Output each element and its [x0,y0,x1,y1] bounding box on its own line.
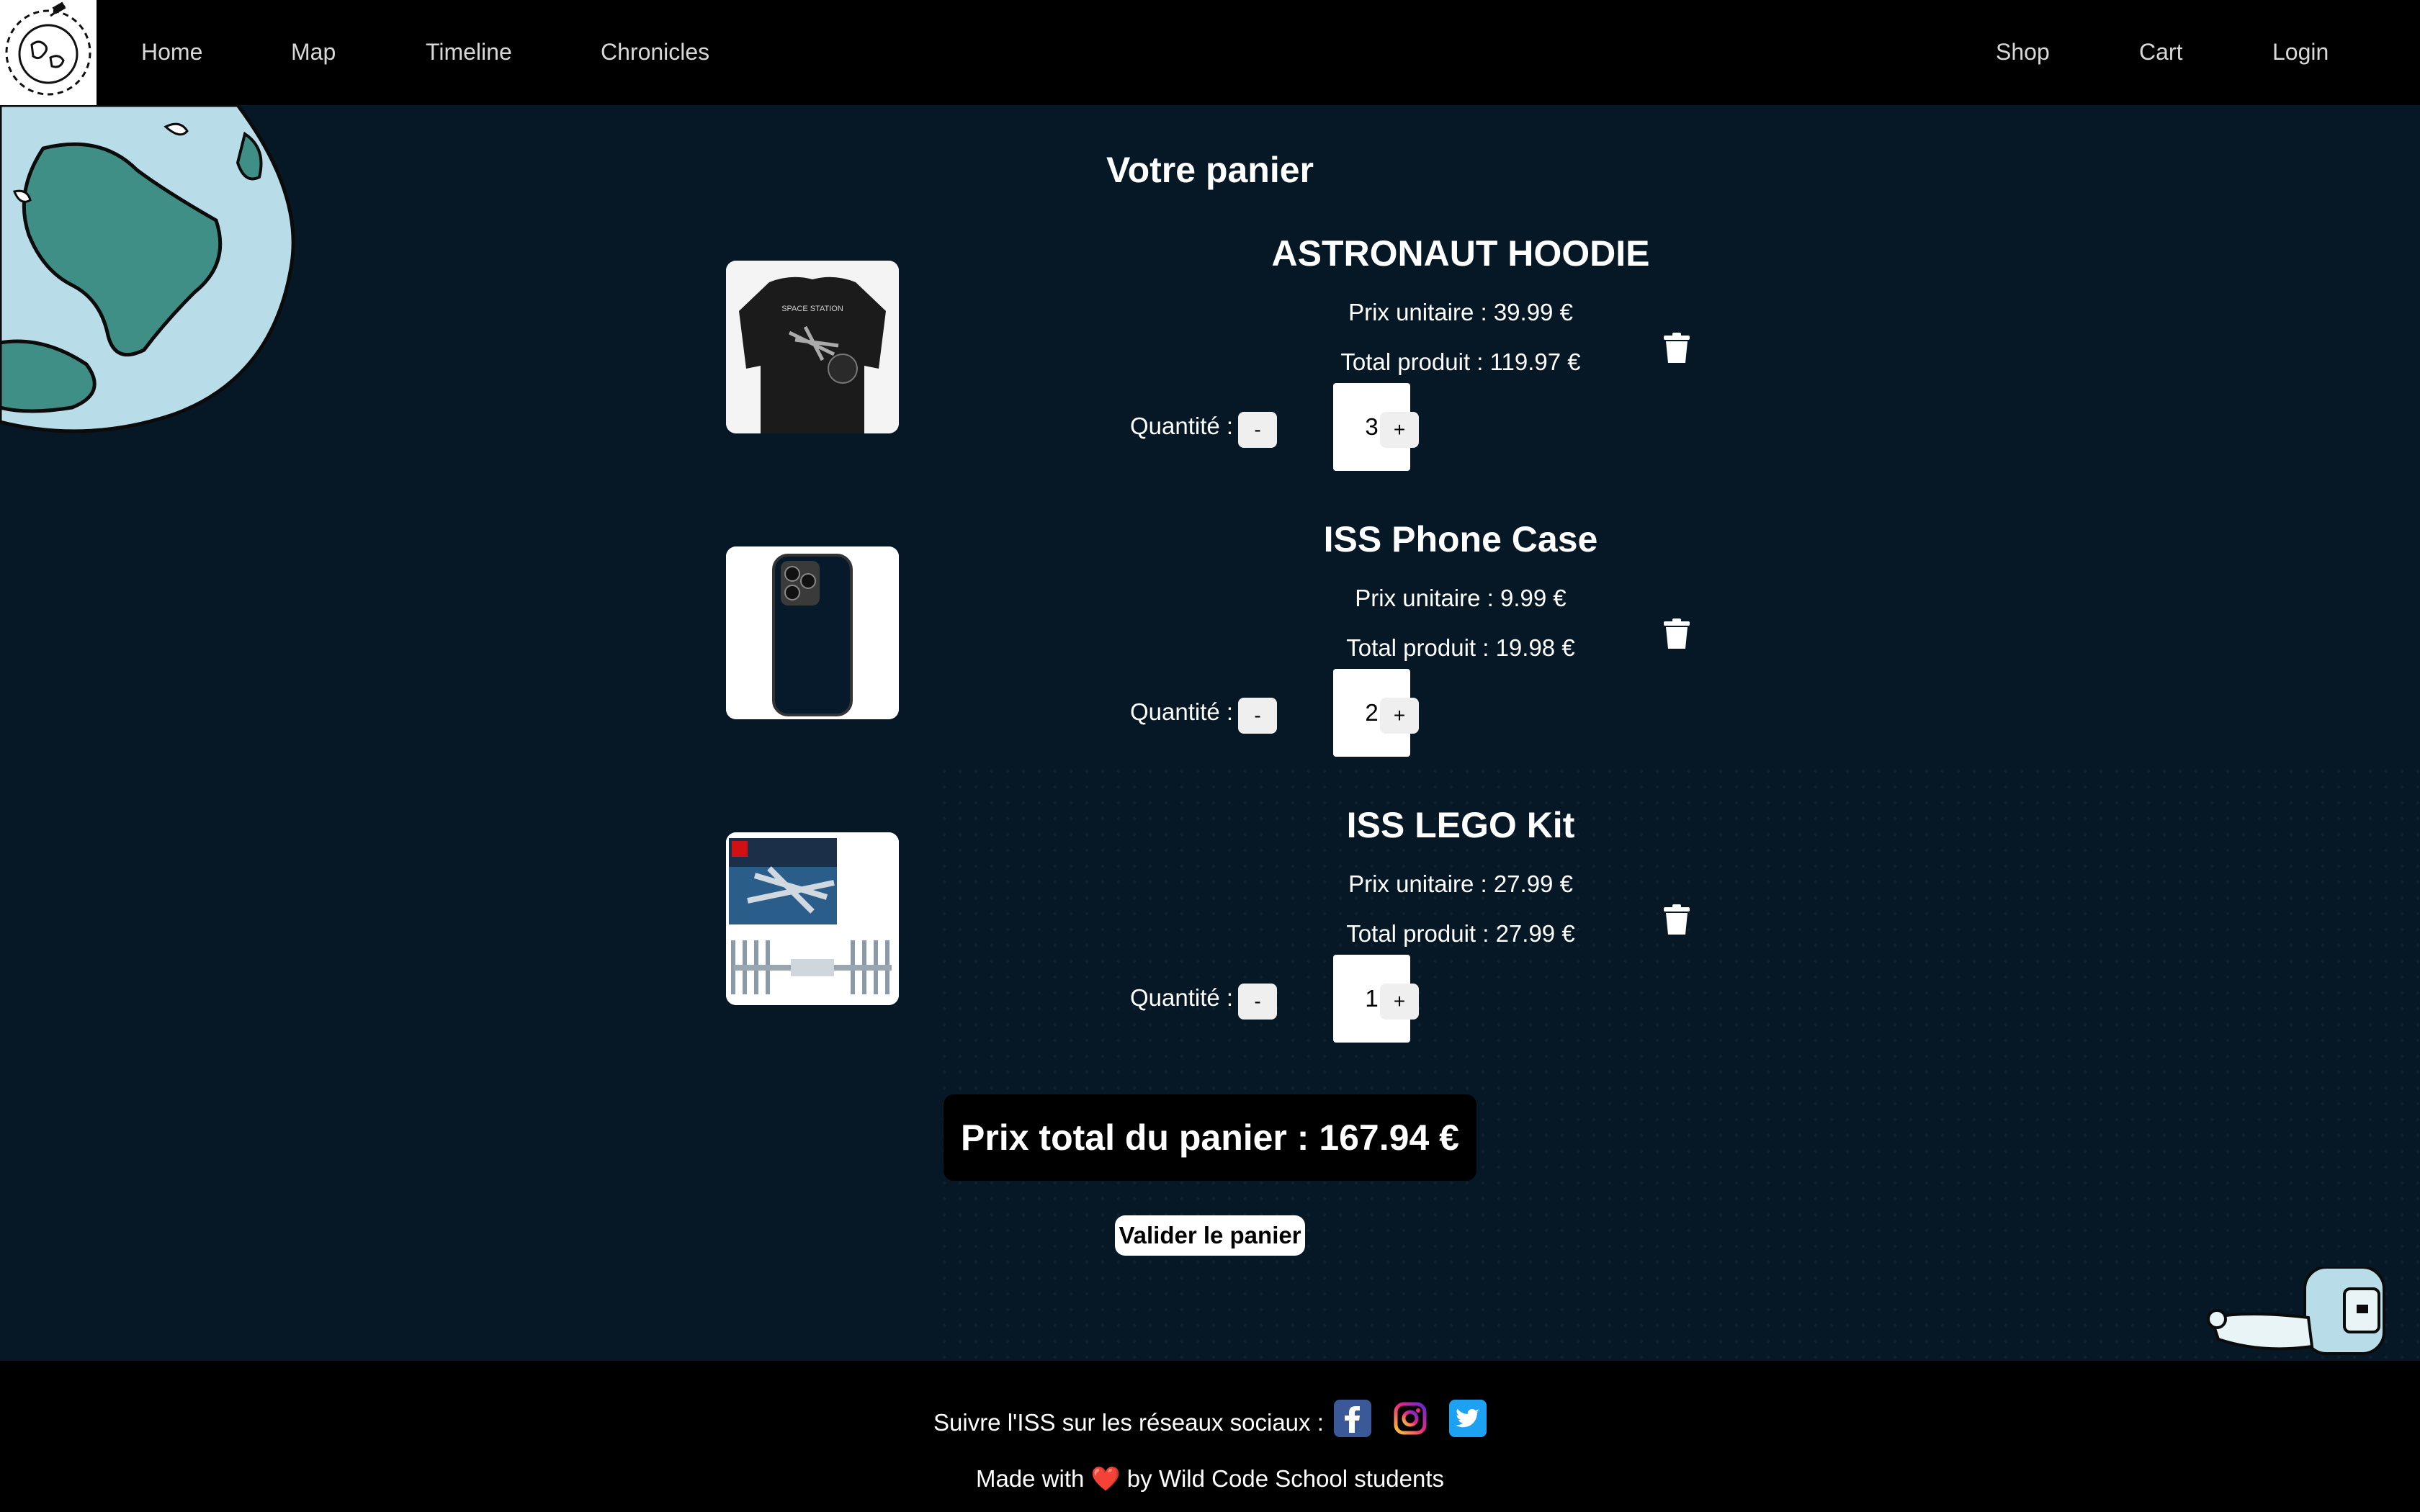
cart-item-hoodie: SPACE STATION ASTRONAUT HOODIE Prix unit… [0,232,2420,517]
increment-button[interactable]: + [1380,698,1419,734]
product-image-lego-kit [726,832,899,1005]
decrement-button[interactable]: - [1238,412,1277,448]
nav-timeline[interactable]: Timeline [426,37,512,66]
increment-button[interactable]: + [1380,984,1419,1020]
product-total: Total produit : 19.98 € [1346,634,1575,661]
unit-price: Prix unitaire : 9.99 € [1355,585,1567,611]
product-name: ISS Phone Case [1323,519,1598,559]
svg-text:SPACE STATION: SPACE STATION [781,305,843,313]
astronaut-illustration [2207,1267,2385,1355]
decrement-button[interactable]: - [1238,984,1277,1020]
social-text: Suivre l'ISS sur les réseaux sociaux : [933,1409,1324,1436]
product-total: Total produit : 27.99 € [1346,920,1575,947]
product-name: ASTRONAUT HOODIE [1271,233,1650,274]
logo[interactable] [0,0,97,105]
quantity-label: Quantité : [1130,413,1234,439]
cart-item-lego-kit: ISS LEGO Kit Prix unitaire : 27.99 € Tot… [0,804,2420,1089]
unit-price: Prix unitaire : 39.99 € [1348,299,1573,325]
quantity-label: Quantité : [1130,698,1234,725]
twitter-icon[interactable] [1449,1400,1487,1437]
nav-shop[interactable]: Shop [1996,37,2050,66]
tshirt-image: SPACE STATION [726,261,899,433]
nav-cart[interactable]: Cart [2139,37,2182,66]
quantity-stepper: Quantité : - 3 + [1080,383,1841,471]
quantity-stepper: Quantité : - 1 + [1080,955,1841,1043]
made-with-suffix: by Wild Code School students [1126,1465,1445,1492]
lego-kit-image [726,832,899,1005]
phone-case-image [726,546,899,719]
nav-home[interactable]: Home [141,37,202,66]
globe-logo-icon [5,1,91,96]
quantity-label: Quantité : [1130,984,1234,1011]
footer: Suivre l'ISS sur les réseaux sociaux : M… [0,1361,2420,1512]
trash-icon[interactable] [1664,618,1690,649]
nav-map[interactable]: Map [291,37,336,66]
heart-icon: ❤️ [1090,1465,1121,1492]
trash-icon[interactable] [1664,904,1690,935]
quantity-stepper: Quantité : - 2 + [1080,669,1841,757]
validate-cart-button[interactable]: Valider le panier [1115,1215,1305,1256]
cart-item-phone-case: ISS Phone Case Prix unitaire : 9.99 € To… [0,518,2420,803]
cart-total: Prix total du panier : 167.94 € [944,1094,1476,1181]
made-with-prefix: Made with [975,1465,1085,1492]
nav-chronicles[interactable]: Chronicles [601,37,709,66]
trash-icon[interactable] [1664,333,1690,363]
product-image-hoodie: SPACE STATION [726,261,899,433]
nav-login[interactable]: Login [2272,37,2329,66]
instagram-icon[interactable] [1392,1400,1429,1437]
facebook-icon[interactable] [1334,1400,1371,1437]
product-total: Total produit : 119.97 € [1340,348,1581,375]
unit-price: Prix unitaire : 27.99 € [1348,870,1573,897]
navbar: Home Map Timeline Chronicles Shop Cart L… [0,0,2420,105]
increment-button[interactable]: + [1380,412,1419,448]
product-image-phone-case [726,546,899,719]
decrement-button[interactable]: - [1238,698,1277,734]
cart-title: Votre panier [1106,150,1314,190]
made-with-text: Made with ❤️ by Wild Code School student… [0,1463,2420,1495]
product-name: ISS LEGO Kit [1346,805,1575,845]
